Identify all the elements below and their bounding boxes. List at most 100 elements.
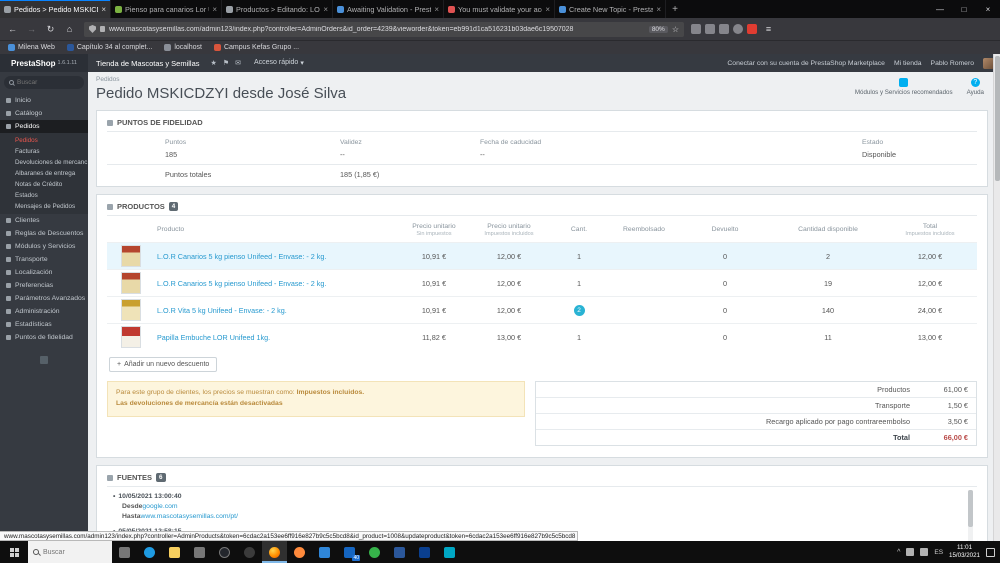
address-bar[interactable]: www.mascotasysemillas.com/admin123/index…	[84, 21, 684, 37]
browser-dark-icon[interactable]	[212, 541, 237, 563]
product-link[interactable]: L.O.R Canarios 5 kg pienso Unifeed - Env…	[157, 252, 326, 261]
tray-chevron-icon[interactable]: ^	[897, 549, 900, 556]
browser-tab-orders[interactable]: Pedidos > Pedido MSKICDZYI ×	[0, 0, 111, 18]
messages-mail-icon[interactable]: ✉	[235, 59, 241, 67]
product-link[interactable]: Papilla Embuche LOR Unifeed 1kg.	[157, 333, 270, 342]
submenu-pedidos[interactable]: Pedidos	[0, 135, 88, 146]
sidebar-search[interactable]	[4, 76, 84, 89]
browser-scrollbar[interactable]	[993, 54, 1000, 541]
add-discount-button[interactable]: + Añadir un nuevo descuento	[109, 357, 218, 373]
sidebar-item-clientes[interactable]: Clientes	[0, 214, 88, 227]
tracking-protection-shield-icon[interactable]	[89, 25, 96, 33]
notifications-icon[interactable]	[986, 547, 995, 557]
edge-icon[interactable]	[137, 541, 162, 563]
sidebar-toggle-icon[interactable]	[719, 24, 729, 34]
browser-tab-forum-1[interactable]: Awaiting Validation - PrestaSh ×	[333, 0, 444, 18]
sidebar-item-preferencias[interactable]: Preferencias	[0, 279, 88, 292]
whatsapp-icon[interactable]	[362, 541, 387, 563]
app-teal-icon[interactable]	[437, 541, 462, 563]
store-icon[interactable]	[187, 541, 212, 563]
app-blue-icon[interactable]	[312, 541, 337, 563]
window-minimize-button[interactable]: —	[928, 0, 952, 18]
home-button[interactable]: ⌂	[62, 21, 77, 37]
tab-close-icon[interactable]: ×	[323, 5, 328, 14]
app-badge-icon[interactable]: 40	[337, 541, 362, 563]
marketplace-link[interactable]: Conectar con su cuenta de PrestaShop Mar…	[727, 60, 885, 67]
sidebar-item-puntos-fidelidad[interactable]: Puntos de fidelidad	[0, 331, 88, 344]
browser-tab-shop[interactable]: Pienso para canarios Lor Unifee ×	[111, 0, 222, 18]
bookmark-campus-kefas[interactable]: Campus Kefas Grupo ...	[213, 44, 299, 51]
tab-close-icon[interactable]: ×	[212, 5, 217, 14]
window-maximize-button[interactable]: □	[952, 0, 976, 18]
volume-icon[interactable]	[920, 548, 929, 556]
sidebar-item-reglas-descuentos[interactable]: Reglas de Descuentos	[0, 227, 88, 240]
sidebar-item-localizacion[interactable]: Localización	[0, 266, 88, 279]
extension-icon[interactable]	[747, 24, 757, 34]
submenu-estados[interactable]: Estados	[0, 190, 88, 201]
photoshop-icon[interactable]	[412, 541, 437, 563]
sidebar-item-modulos[interactable]: Módulos y Servicios	[0, 240, 88, 253]
my-shop-link[interactable]: Mi tienda	[894, 60, 922, 67]
firefox-secondary-icon[interactable]	[287, 541, 312, 563]
submenu-devoluciones[interactable]: Devoluciones de mercancía	[0, 157, 88, 168]
product-link[interactable]: L.O.R Vita 5 kg Unifeed - Envase: - 2 kg…	[157, 306, 287, 315]
sidebar-item-administracion[interactable]: Administración	[0, 305, 88, 318]
collapse-sidebar-icon[interactable]	[40, 356, 48, 364]
library-icon[interactable]	[705, 24, 715, 34]
start-button[interactable]	[0, 541, 28, 563]
sidebar-search-input[interactable]	[17, 79, 72, 86]
browser-tab-forum-2[interactable]: You must validate your accou ×	[444, 0, 555, 18]
reload-button[interactable]: ↻	[43, 21, 58, 37]
user-name-menu[interactable]: Pablo Romero	[931, 60, 974, 67]
task-view-icon[interactable]	[112, 541, 137, 563]
app-dark-icon[interactable]	[237, 541, 262, 563]
shop-name-menu[interactable]: Tienda de Mascotas y Semillas	[96, 59, 200, 68]
favorites-star-icon[interactable]: ★	[211, 59, 217, 67]
source-from-link[interactable]: google.com	[142, 503, 177, 510]
tab-close-icon[interactable]: ×	[656, 5, 661, 14]
sidebar-item-pedidos[interactable]: Pedidos	[0, 120, 88, 133]
account-icon[interactable]	[733, 24, 743, 34]
browser-scrollbar-thumb[interactable]	[995, 56, 1000, 181]
bookmark-milena-web[interactable]: Milena Web	[8, 44, 55, 51]
submenu-albaranes[interactable]: Albaranes de entrega	[0, 168, 88, 179]
submenu-notas-credito[interactable]: Notas de Crédito	[0, 179, 88, 190]
tab-close-icon[interactable]: ×	[434, 5, 439, 14]
sidebar-item-catalogo[interactable]: Catálogo	[0, 107, 88, 120]
browser-tab-forum-3[interactable]: Create New Topic - PrestaSho ×	[555, 0, 666, 18]
prestashop-logo[interactable]: PrestaShop 1.6.1.11	[0, 54, 88, 72]
quick-access-menu[interactable]: Acceso rápido ▾	[254, 59, 304, 67]
panel-scrollbar[interactable]	[968, 490, 973, 541]
sidebar-item-estadisticas[interactable]: Estadísticas	[0, 318, 88, 331]
sidebar-item-inicio[interactable]: Inicio	[0, 94, 88, 107]
panel-scrollbar-thumb[interactable]	[968, 490, 973, 527]
taskbar-search-input[interactable]	[43, 548, 101, 556]
submenu-mensajes[interactable]: Mensajes de Pedidos	[0, 201, 88, 212]
product-link[interactable]: L.O.R Canarios 5 kg pienso Unifeed - Env…	[157, 279, 326, 288]
bookmark-localhost[interactable]: localhost	[164, 44, 202, 51]
sidebar-item-transporte[interactable]: Transporte	[0, 253, 88, 266]
browser-tab-products[interactable]: Productos > Editando: LOR Ca ×	[222, 0, 333, 18]
window-close-button[interactable]: ×	[976, 0, 1000, 18]
flag-icon[interactable]: ⚑	[223, 59, 229, 67]
sidebar-item-parametros[interactable]: Parámetros Avanzados	[0, 292, 88, 305]
submenu-facturas[interactable]: Facturas	[0, 146, 88, 157]
taskbar-search[interactable]	[28, 541, 112, 563]
tab-close-icon[interactable]: ×	[545, 5, 550, 14]
downloads-icon[interactable]	[691, 24, 701, 34]
bookmark-capitulo[interactable]: Capítulo 34 al complet...	[66, 44, 152, 51]
tab-close-icon[interactable]: ×	[101, 5, 106, 14]
firefox-icon[interactable]	[262, 541, 287, 563]
new-tab-button[interactable]: +	[666, 0, 684, 18]
zoom-level-indicator[interactable]: 80%	[648, 25, 668, 33]
recommended-modules-button[interactable]: Módulos y Servicios recomendados	[855, 78, 953, 96]
back-button[interactable]: ←	[5, 21, 20, 37]
language-indicator[interactable]: ES	[934, 549, 943, 556]
network-icon[interactable]	[906, 548, 915, 556]
menu-icon[interactable]: ≡	[761, 21, 776, 37]
forward-button[interactable]: →	[24, 21, 39, 37]
file-explorer-icon[interactable]	[162, 541, 187, 563]
help-button[interactable]: ? Ayuda	[967, 78, 984, 96]
word-icon[interactable]	[387, 541, 412, 563]
bookmark-star-icon[interactable]: ☆	[672, 25, 679, 34]
